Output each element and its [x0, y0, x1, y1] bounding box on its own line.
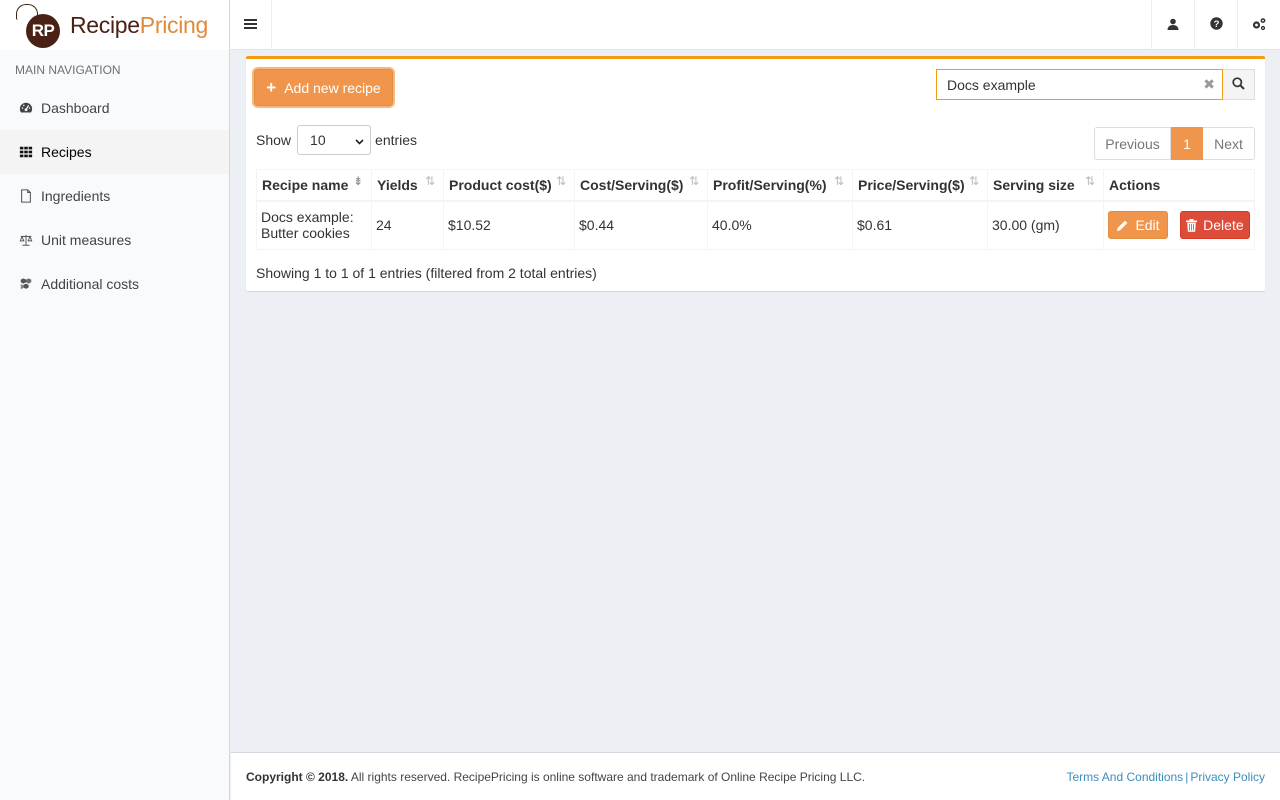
sort-ascending-icon: ⇟: [352, 174, 363, 188]
chevron-down-icon: [355, 132, 364, 148]
nav-header: MAIN NAVIGATION: [15, 63, 121, 77]
delete-label: Delete: [1203, 217, 1244, 234]
copyright-text: Copyright © 2018. All rights reserved. R…: [246, 769, 866, 784]
table-row: Docs example: Butter cookies 24 $10.52 $0…: [256, 200, 1255, 250]
user-icon: [1167, 17, 1179, 33]
hamburger-icon: [244, 17, 257, 33]
page-length-value: 10: [310, 132, 326, 148]
user-menu-button[interactable]: [1151, 0, 1194, 50]
cubes-icon: [18, 277, 34, 291]
entries-label: entries: [375, 132, 418, 148]
logo-initials: RP: [26, 14, 60, 48]
balance-scale-icon: [18, 233, 34, 247]
dashboard-icon: [18, 101, 34, 115]
column-header-recipe-name[interactable]: Recipe name ⇟: [256, 169, 372, 202]
sort-icon: ⇅: [688, 174, 699, 188]
column-header-cost-serving[interactable]: Cost/Serving($) ⇅: [574, 169, 708, 202]
top-navbar: ?: [230, 0, 1280, 50]
footer-links: Terms And Conditions | Privacy Policy: [1066, 769, 1265, 784]
plus-icon: +: [266, 78, 277, 97]
sidebar-item-dashboard[interactable]: Dashboard: [0, 86, 229, 130]
sidebar-item-label: Recipes: [41, 144, 92, 160]
sidebar-item-label: Ingredients: [41, 188, 111, 204]
sort-icon: ⇅: [555, 174, 566, 188]
file-icon: [18, 189, 34, 203]
show-label: Show: [256, 132, 292, 148]
sidebar-item-label: Additional costs: [41, 276, 140, 292]
recipes-box: + Add new recipe ✖ Show 10 entries Previ…: [246, 56, 1265, 291]
terms-link[interactable]: Terms And Conditions: [1066, 770, 1183, 784]
add-new-recipe-label: Add new recipe: [284, 79, 381, 96]
sidebar-item-additional-costs[interactable]: Additional costs: [0, 262, 229, 306]
edit-button[interactable]: Edit: [1108, 211, 1168, 240]
trash-icon: [1186, 218, 1198, 232]
sort-icon: ⇅: [1084, 174, 1095, 188]
table-info: Showing 1 to 1 of 1 entries (filtered fr…: [256, 265, 597, 281]
search-icon: [1232, 76, 1245, 93]
clear-search-icon[interactable]: ✖: [1203, 76, 1215, 93]
cell-price-serving: $0.61: [852, 200, 988, 250]
column-header-yields[interactable]: Yields ⇅: [371, 169, 444, 202]
column-header-price-serving[interactable]: Price/Serving($) ⇅: [852, 169, 988, 202]
cell-cost-serving: $0.44: [574, 200, 708, 250]
column-header-profit-serving[interactable]: Profit/Serving(%) ⇅: [707, 169, 853, 202]
column-header-product-cost[interactable]: Product cost($) ⇅: [443, 169, 575, 202]
sidebar-item-label: Unit measures: [41, 232, 132, 248]
cell-serving-size: 30.00 (gm): [987, 200, 1104, 250]
recipes-table: Recipe name ⇟ Yields ⇅ Product cost($) ⇅ Co…: [256, 169, 1255, 250]
sort-icon: ⇅: [968, 174, 979, 188]
search-box: ✖: [936, 69, 1223, 100]
search-button[interactable]: [1223, 69, 1255, 100]
previous-page-button[interactable]: Previous: [1094, 127, 1171, 160]
question-icon: ?: [1209, 17, 1223, 33]
cell-yields: 24: [371, 200, 444, 250]
column-header-actions: Actions: [1103, 169, 1255, 202]
add-new-recipe-button[interactable]: + Add new recipe: [254, 69, 393, 106]
grid-icon: [18, 145, 34, 159]
sidebar-item-recipes[interactable]: Recipes: [0, 130, 229, 174]
table-header-row: Recipe name ⇟ Yields ⇅ Product cost($) ⇅ Co…: [256, 169, 1255, 202]
help-button[interactable]: ?: [1194, 0, 1237, 50]
cell-actions: Edit Delete: [1103, 200, 1255, 250]
page-length-select[interactable]: 10: [297, 125, 372, 155]
sidebar-toggle-button[interactable]: [230, 0, 272, 50]
chef-hat-logo-icon: RP: [14, 2, 62, 48]
footer: Copyright © 2018. All rights reserved. R…: [231, 752, 1280, 800]
column-header-serving-size[interactable]: Serving size ⇅: [987, 169, 1104, 202]
sidebar-item-ingredients[interactable]: Ingredients: [0, 174, 229, 218]
settings-button[interactable]: [1237, 0, 1280, 50]
search-input[interactable]: [937, 70, 1187, 99]
pagination: Previous 1 Next: [1094, 127, 1255, 160]
brand-name: RecipePricing: [70, 11, 208, 38]
delete-button[interactable]: Delete: [1179, 211, 1250, 240]
sort-icon: ⇅: [424, 174, 435, 188]
cell-product-cost: $10.52: [443, 200, 575, 250]
sort-icon: ⇅: [833, 174, 844, 188]
app-logo[interactable]: RP RecipePricing: [0, 0, 229, 50]
privacy-link[interactable]: Privacy Policy: [1190, 770, 1265, 784]
edit-label: Edit: [1135, 217, 1160, 234]
sidebar-item-unit-measures[interactable]: Unit measures: [0, 218, 229, 262]
pencil-icon: [1117, 220, 1128, 231]
sidebar: RP RecipePricing MAIN NAVIGATION Dashboa…: [0, 0, 230, 800]
cell-profit-serving: 40.0%: [707, 200, 853, 250]
page-length-control: Show 10 entries: [256, 125, 417, 155]
cell-recipe-name: Docs example: Butter cookies: [256, 200, 372, 250]
next-page-button[interactable]: Next: [1203, 127, 1255, 160]
svg-text:?: ?: [1213, 19, 1219, 30]
sidebar-item-label: Dashboard: [41, 100, 110, 116]
cogs-icon: [1251, 17, 1267, 34]
page-1-button[interactable]: 1: [1171, 127, 1203, 160]
